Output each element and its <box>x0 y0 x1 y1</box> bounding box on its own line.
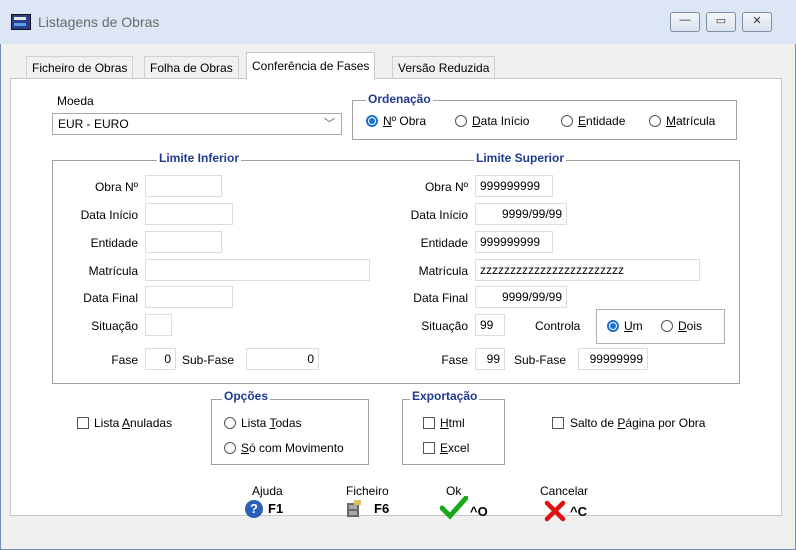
window-title: Listagens de Obras <box>38 14 160 30</box>
sup-situacao-label: Situação <box>421 319 468 333</box>
exportacao-group <box>402 399 505 465</box>
exportacao-label-excel[interactable]: Excel <box>440 441 469 455</box>
ajuda-caption: Ajuda <box>252 484 283 498</box>
moeda-value: EUR - EURO <box>58 117 129 131</box>
moeda-label: Moeda <box>57 94 94 108</box>
sup-situacao-input[interactable]: 99 <box>475 314 505 336</box>
checkmark-icon <box>439 495 469 520</box>
close-button[interactable]: ✕ <box>742 12 772 32</box>
close-icon: ✕ <box>752 15 762 27</box>
inf-situacao-input[interactable] <box>145 314 172 336</box>
inf-entidade-label: Entidade <box>90 236 138 250</box>
ajuda-button[interactable]: Ajuda ? F1 <box>238 484 298 528</box>
inf-fase-input[interactable]: 0 <box>145 348 176 370</box>
ordenacao-radio-n-obra[interactable] <box>366 115 378 127</box>
exportacao-label-html[interactable]: Html <box>440 416 465 430</box>
ordenacao-radio-matricula[interactable] <box>649 115 661 127</box>
inf-data-final-input[interactable] <box>145 286 233 308</box>
cancelar-caption: Cancelar <box>540 484 589 498</box>
moeda-select[interactable]: EUR - EURO ﹀ <box>52 113 342 135</box>
controla-label-dois[interactable]: Dois <box>678 319 702 333</box>
minimize-icon: — <box>679 14 691 26</box>
ficheiro-key: F6 <box>374 501 390 516</box>
controla-radio-dois[interactable] <box>661 320 673 332</box>
maximize-button[interactable]: ▭ <box>706 12 736 32</box>
sup-sub-fase-label: Sub-Fase <box>514 353 567 367</box>
sup-data-final-label: Data Final <box>413 291 468 305</box>
limite-superior-title: Limite Superior <box>474 151 567 165</box>
opcoes-radio-lista-todas[interactable] <box>224 417 236 429</box>
ficheiro-caption: Ficheiro <box>346 484 389 498</box>
sup-matricula-input[interactable]: zzzzzzzzzzzzzzzzzzzzzzzz <box>475 259 700 281</box>
inf-sub-fase-label: Sub-Fase <box>182 353 235 367</box>
tab-folha-de-obras[interactable]: Folha de Obras <box>144 56 239 79</box>
ordenacao-label-n-obra[interactable]: Nº Obra <box>383 114 426 128</box>
chevron-down-icon: ﹀ <box>324 118 335 130</box>
opcoes-group <box>211 399 369 465</box>
opcoes-title: Opções <box>222 389 271 403</box>
sup-data-final-input[interactable]: 9999/99/99 <box>475 286 567 308</box>
cancelar-key: ^C <box>570 504 587 519</box>
sup-entidade-input[interactable]: 999999999 <box>475 231 553 253</box>
app-icon <box>11 14 31 30</box>
sup-matricula-label: Matrícula <box>418 264 468 278</box>
sup-data-inicio-label: Data Início <box>410 208 468 222</box>
inf-sub-fase-input[interactable]: 0 <box>246 348 319 370</box>
inf-data-inicio-input[interactable] <box>145 203 233 225</box>
ficheiro-button[interactable]: Ficheiro F6 <box>338 484 402 528</box>
inf-data-inicio-label: Data Início <box>80 208 138 222</box>
sup-sub-fase-input[interactable]: 99999999 <box>578 348 648 370</box>
limite-inferior-title: Limite Inferior <box>157 151 242 165</box>
sup-obra-input[interactable]: 999999999 <box>475 175 553 197</box>
inf-fase-label: Fase <box>111 353 138 367</box>
salto-pagina-checkbox[interactable] <box>552 417 564 429</box>
salto-pagina-label[interactable]: Salto de Página por Obra <box>570 416 705 430</box>
inf-entidade-input[interactable] <box>145 231 222 253</box>
exportacao-checkbox-html[interactable] <box>423 417 435 429</box>
tab-versao-reduzida[interactable]: Versão Reduzida <box>392 56 496 79</box>
controla-radio-um[interactable] <box>607 320 619 332</box>
help-icon: ? <box>245 500 263 518</box>
tab-ficheiro-de-obras[interactable]: Ficheiro de Obras <box>26 56 134 79</box>
ordenacao-radio-data-inicio[interactable] <box>455 115 467 127</box>
ordenacao-title: Ordenação <box>366 92 433 106</box>
sup-fase-input[interactable]: 99 <box>475 348 505 370</box>
sup-obra-label: Obra Nº <box>424 180 468 194</box>
minimize-button[interactable]: — <box>670 12 700 32</box>
file-cabinet-icon <box>346 500 362 518</box>
sup-entidade-label: Entidade <box>420 236 468 250</box>
controla-label: Controla <box>535 319 581 333</box>
opcoes-radio-so-com-movimento[interactable] <box>224 442 236 454</box>
exportacao-title: Exportação <box>410 389 480 403</box>
controla-label-um[interactable]: Um <box>624 319 643 333</box>
lista-anuladas-checkbox[interactable] <box>77 417 89 429</box>
ordenacao-radio-entidade[interactable] <box>561 115 573 127</box>
exportacao-checkbox-excel[interactable] <box>423 442 435 454</box>
sup-data-inicio-input[interactable]: 9999/99/99 <box>475 203 567 225</box>
opcoes-label-lista-todas[interactable]: Lista Todas <box>241 416 302 430</box>
maximize-icon: ▭ <box>715 15 727 27</box>
lista-anuladas-label[interactable]: Lista Anuladas <box>94 416 172 430</box>
ok-button[interactable]: Ok ^O <box>438 484 502 528</box>
inf-obra-label: Obra Nº <box>94 180 138 194</box>
ordenacao-label-entidade[interactable]: Entidade <box>578 114 625 128</box>
opcoes-label-so-com-movimento[interactable]: Só com Movimento <box>241 441 344 455</box>
inf-matricula-input[interactable] <box>145 259 370 281</box>
ordenacao-label-matricula[interactable]: Matrícula <box>666 114 715 128</box>
ok-key: ^O <box>470 504 488 519</box>
ordenacao-label-data-inicio[interactable]: Data Início <box>472 114 529 128</box>
inf-obra-input[interactable] <box>145 175 222 197</box>
inf-data-final-label: Data Final <box>83 291 138 305</box>
sup-fase-label: Fase <box>441 353 468 367</box>
ajuda-key: F1 <box>268 501 284 516</box>
inf-situacao-label: Situação <box>91 319 138 333</box>
cancelar-button[interactable]: Cancelar ^C <box>538 484 608 528</box>
inf-matricula-label: Matrícula <box>88 264 138 278</box>
close-x-icon <box>544 500 566 522</box>
tab-conferencia-de-fases[interactable]: Conferência de Fases <box>246 52 376 80</box>
